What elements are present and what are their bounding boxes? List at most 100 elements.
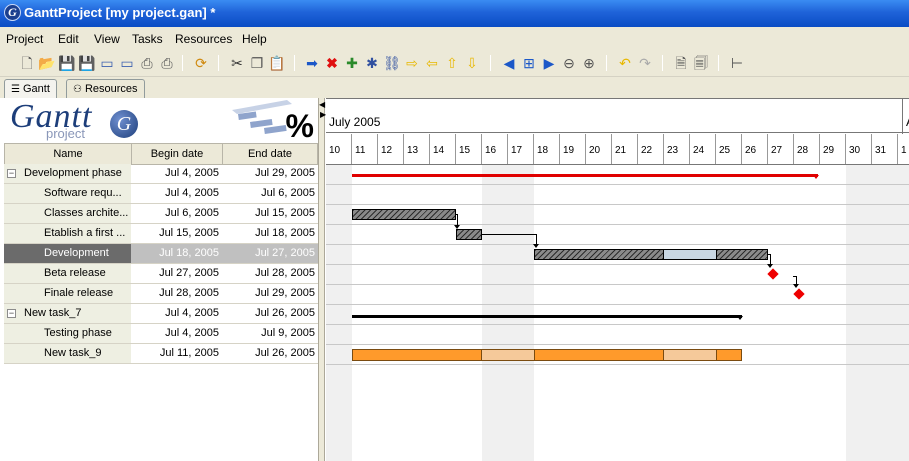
open-icon[interactable]: 📂 (38, 54, 56, 72)
end-date-cell[interactable]: Jul 29, 2005 (222, 284, 318, 303)
print-icon[interactable]: ⎙ (138, 54, 156, 72)
end-date-cell[interactable]: Jul 29, 2005 (222, 164, 318, 183)
arrow-up-icon[interactable]: ⇧ (443, 54, 461, 72)
table-row[interactable]: Testing phase Jul 4, 2005 Jul 9, 2005 (4, 324, 318, 344)
task-name-cell[interactable]: Testing phase (4, 324, 131, 343)
collapse-icon[interactable]: − (7, 169, 16, 178)
menu-tasks[interactable]: Tasks (132, 32, 163, 46)
end-date-cell[interactable]: Jul 27, 2005 (222, 244, 318, 263)
task-name-cell[interactable]: Finale release (4, 284, 131, 303)
settings-icon[interactable]: ✱ (363, 54, 381, 72)
column-header-name[interactable]: Name (4, 143, 132, 165)
gantt-chart[interactable]: July 2005 A 10 11 12 13 14 15 16 17 18 1… (326, 98, 909, 461)
new-task-icon[interactable]: ✚ (343, 54, 361, 72)
begin-date-cell[interactable]: Jul 15, 2005 (131, 224, 222, 243)
task-bar-new-task-9-weekend[interactable] (664, 349, 716, 361)
save-icon[interactable]: 💾 (58, 54, 76, 72)
task-name-cell[interactable]: Software requ... (4, 184, 131, 203)
task-bar-etablish-a-first[interactable] (456, 229, 482, 240)
scroll-right-icon[interactable]: ▶ (540, 54, 558, 72)
indent-icon[interactable]: ➡ (303, 54, 321, 72)
task-name-cell[interactable]: Classes archite... (4, 204, 131, 223)
begin-date-cell[interactable]: Jul 11, 2005 (131, 344, 222, 363)
milestone-beta-release[interactable] (767, 268, 779, 280)
begin-date-cell[interactable]: Jul 27, 2005 (131, 264, 222, 283)
task-name-cell[interactable]: Etablish a first ... (4, 224, 131, 243)
center-icon[interactable]: ⊞ (520, 54, 538, 72)
table-row[interactable]: New task_9 Jul 11, 2005 Jul 26, 2005 (4, 344, 318, 364)
collapse-left-icon[interactable]: ◀ (319, 100, 325, 109)
zoom-in-icon[interactable]: ⊕ (580, 54, 598, 72)
table-row[interactable]: Classes archite... Jul 6, 2005 Jul 15, 2… (4, 204, 318, 224)
tree-icon[interactable]: ⊢ (728, 54, 746, 72)
arrow-down-icon[interactable]: ⇩ (463, 54, 481, 72)
table-row[interactable]: − Development phase Jul 4, 2005 Jul 29, … (4, 164, 318, 184)
cut-icon[interactable]: ✂ (228, 54, 246, 72)
arrow-right-icon[interactable]: ⇨ (403, 54, 421, 72)
save-as-icon[interactable]: 💾 (78, 54, 96, 72)
end-date-cell[interactable]: Jul 6, 2005 (222, 184, 318, 203)
begin-date-cell[interactable]: Jul 4, 2005 (131, 184, 222, 203)
preview-icon[interactable]: ⎙ (158, 54, 176, 72)
export-icon[interactable]: ▭ (118, 54, 136, 72)
scroll-left-icon[interactable]: ◀ (500, 54, 518, 72)
import-icon[interactable]: ▭ (98, 54, 116, 72)
table-row[interactable]: Etablish a first ... Jul 15, 2005 Jul 18… (4, 224, 318, 244)
task-name-cell[interactable]: − New task_7 (4, 304, 131, 323)
table-row[interactable]: − New task_7 Jul 4, 2005 Jul 26, 2005 (4, 304, 318, 324)
tab-resources[interactable]: ⚇ Resources (66, 79, 145, 98)
task-name-cell[interactable]: Development (4, 244, 131, 263)
table-row[interactable]: Finale release Jul 28, 2005 Jul 29, 2005 (4, 284, 318, 304)
task-bar-new-task-9[interactable] (534, 349, 664, 361)
menu-resources[interactable]: Resources (175, 32, 232, 46)
link-icon[interactable]: ⛓ (383, 54, 401, 72)
report-icon[interactable]: 🗎 (672, 54, 690, 72)
table-row[interactable]: Beta release Jul 27, 2005 Jul 28, 2005 (4, 264, 318, 284)
end-date-cell[interactable]: Jul 15, 2005 (222, 204, 318, 223)
task-bar-new-task-9[interactable] (352, 349, 482, 361)
end-date-cell[interactable]: Jul 28, 2005 (222, 264, 318, 283)
summary-bar-development-phase[interactable] (352, 174, 818, 177)
task-name-cell[interactable]: Beta release (4, 264, 131, 283)
new-icon[interactable]: 🗋 (18, 54, 36, 72)
copy-icon[interactable]: ❐ (248, 54, 266, 72)
column-header-end-date[interactable]: End date (222, 143, 318, 165)
begin-date-cell[interactable]: Jul 6, 2005 (131, 204, 222, 223)
arrow-left-icon[interactable]: ⇦ (423, 54, 441, 72)
menu-project[interactable]: Project (6, 32, 43, 46)
begin-date-cell[interactable]: Jul 18, 2005 (131, 244, 222, 263)
collapse-icon[interactable]: − (7, 309, 16, 318)
refresh-icon[interactable]: ⟳ (192, 54, 210, 72)
paste-icon[interactable]: 📋 (268, 54, 286, 72)
begin-date-cell[interactable]: Jul 4, 2005 (131, 324, 222, 343)
end-date-cell[interactable]: Jul 18, 2005 (222, 224, 318, 243)
task-bar-classes-architecture[interactable] (352, 209, 456, 220)
milestone-finale-release[interactable] (793, 288, 805, 300)
resource-icon[interactable]: 🗐 (692, 54, 710, 72)
menu-edit[interactable]: Edit (58, 32, 79, 46)
task-bar-new-task-9-weekend[interactable] (482, 349, 534, 361)
table-row[interactable]: Software requ... Jul 4, 2005 Jul 6, 2005 (4, 184, 318, 204)
splitter[interactable]: ◀ ▶ (318, 98, 326, 461)
end-date-cell[interactable]: Jul 26, 2005 (222, 304, 318, 323)
begin-date-cell[interactable]: Jul 28, 2005 (131, 284, 222, 303)
column-header-begin-date[interactable]: Begin date (131, 143, 223, 165)
ganttproject-logo-icon[interactable]: G (4, 4, 21, 21)
begin-date-cell[interactable]: Jul 4, 2005 (131, 164, 222, 183)
end-date-cell[interactable]: Jul 9, 2005 (222, 324, 318, 343)
end-date-cell[interactable]: Jul 26, 2005 (222, 344, 318, 363)
table-row-selected[interactable]: Development Jul 18, 2005 Jul 27, 2005 (4, 244, 318, 264)
undo-icon[interactable]: ↶ (616, 54, 634, 72)
tab-gantt[interactable]: ☰ Gantt (4, 79, 57, 98)
begin-date-cell[interactable]: Jul 4, 2005 (131, 304, 222, 323)
zoom-out-icon[interactable]: ⊖ (560, 54, 578, 72)
summary-bar-new-task-7[interactable] (352, 315, 742, 318)
delete-icon[interactable]: ✖ (323, 54, 341, 72)
task-name-cell[interactable]: New task_9 (4, 344, 131, 363)
menu-help[interactable]: Help (242, 32, 267, 46)
task-bar-new-task-9[interactable] (716, 349, 742, 361)
task-bar-development[interactable] (534, 249, 664, 260)
task-name-cell[interactable]: − Development phase (4, 164, 131, 183)
menu-view[interactable]: View (94, 32, 120, 46)
task-bar-development-end[interactable] (716, 249, 768, 260)
